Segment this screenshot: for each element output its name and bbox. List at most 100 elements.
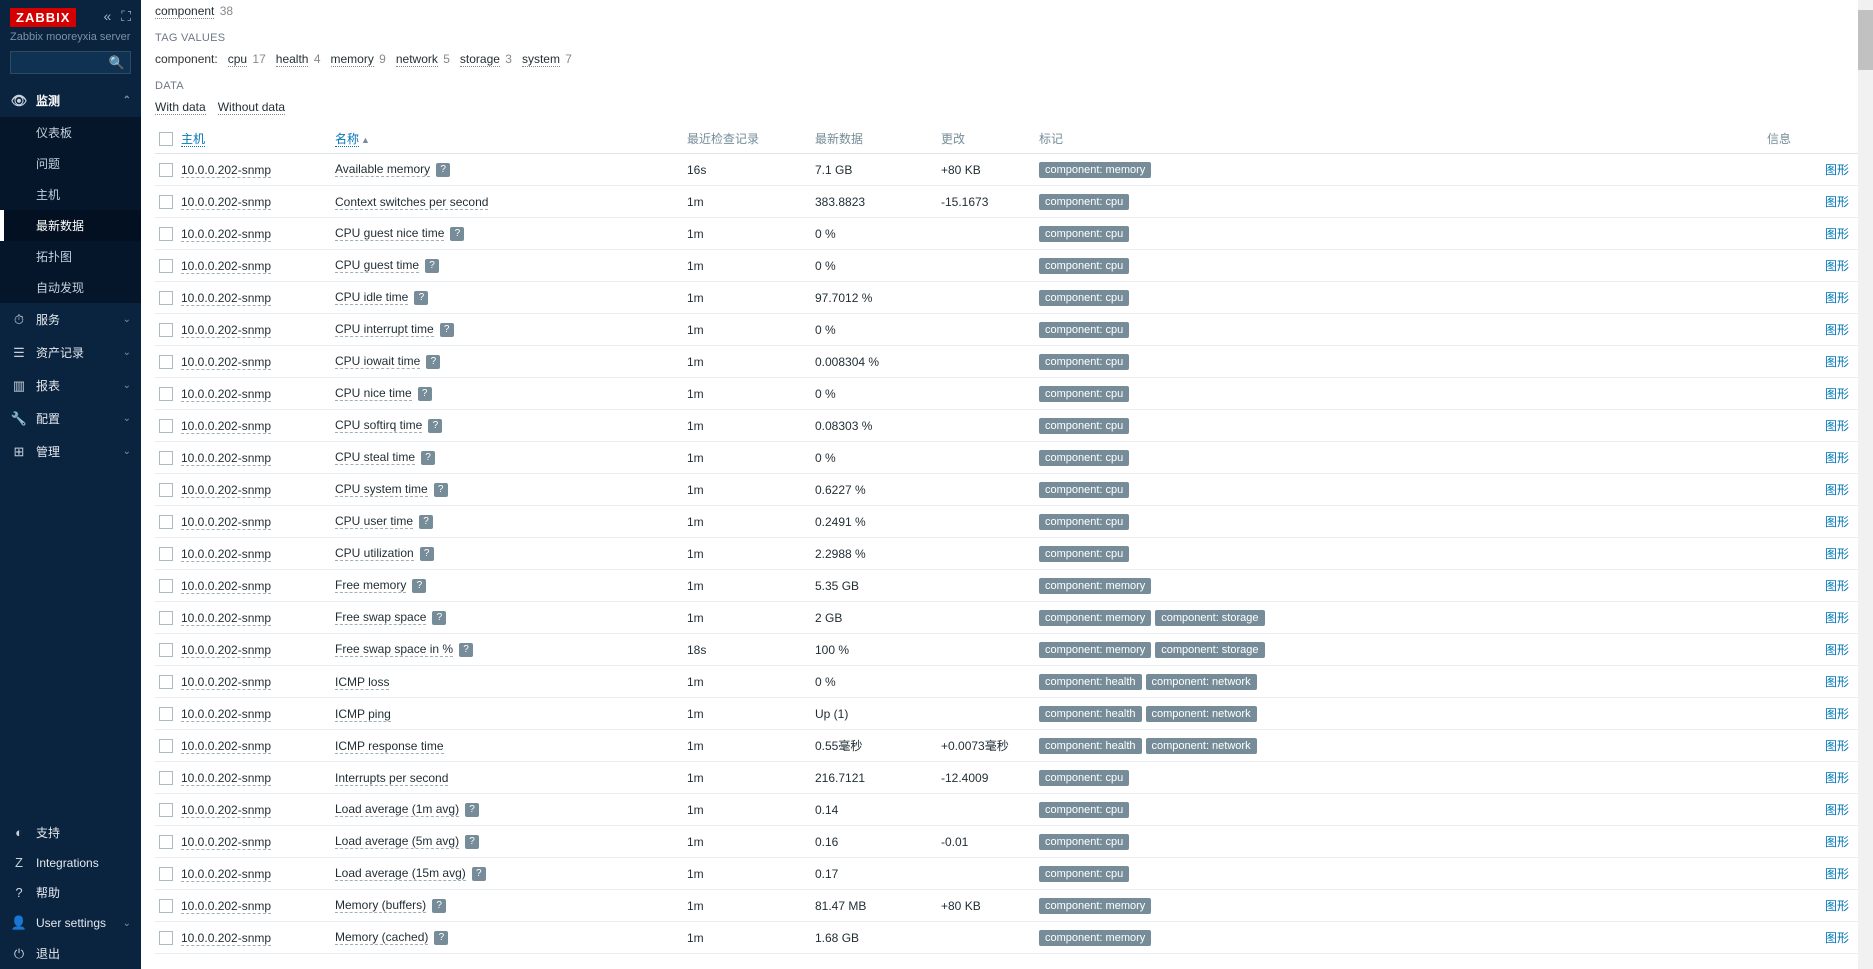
- item-name-link[interactable]: Free swap space in %: [335, 642, 453, 657]
- item-name-link[interactable]: Free swap space: [335, 610, 426, 625]
- host-link[interactable]: 10.0.0.202-snmp: [181, 451, 271, 466]
- nav-monitoring[interactable]: 👁 监测 ⌃: [0, 84, 141, 117]
- row-checkbox[interactable]: [159, 195, 173, 209]
- tag-badge[interactable]: component: cpu: [1039, 258, 1129, 274]
- tag-badge[interactable]: component: storage: [1155, 642, 1264, 658]
- host-link[interactable]: 10.0.0.202-snmp: [181, 547, 271, 562]
- graph-link[interactable]: 图形: [1825, 803, 1849, 817]
- help-icon[interactable]: ?: [434, 483, 448, 497]
- row-checkbox[interactable]: [159, 547, 173, 561]
- help-icon[interactable]: ?: [432, 611, 446, 625]
- row-checkbox[interactable]: [159, 899, 173, 913]
- filter-tag-memory[interactable]: memory: [331, 52, 374, 67]
- item-name-link[interactable]: CPU nice time: [335, 386, 412, 401]
- host-link[interactable]: 10.0.0.202-snmp: [181, 867, 271, 882]
- graph-link[interactable]: 图形: [1825, 387, 1849, 401]
- search-icon[interactable]: 🔍: [109, 55, 125, 71]
- graph-link[interactable]: 图形: [1825, 547, 1849, 561]
- row-checkbox[interactable]: [159, 163, 173, 177]
- help-icon[interactable]: ?: [414, 291, 428, 305]
- tag-badge[interactable]: component: network: [1146, 674, 1257, 690]
- help-icon[interactable]: ?: [432, 899, 446, 913]
- graph-link[interactable]: 图形: [1825, 579, 1849, 593]
- graph-link[interactable]: 图形: [1825, 515, 1849, 529]
- row-checkbox[interactable]: [159, 387, 173, 401]
- graph-link[interactable]: 图形: [1825, 707, 1849, 721]
- tag-badge[interactable]: component: cpu: [1039, 866, 1129, 882]
- host-link[interactable]: 10.0.0.202-snmp: [181, 291, 271, 306]
- nav-maps[interactable]: 拓扑图: [0, 241, 141, 272]
- row-checkbox[interactable]: [159, 803, 173, 817]
- host-link[interactable]: 10.0.0.202-snmp: [181, 611, 271, 626]
- tag-badge[interactable]: component: cpu: [1039, 418, 1129, 434]
- help-icon[interactable]: ?: [425, 259, 439, 273]
- row-checkbox[interactable]: [159, 643, 173, 657]
- graph-link[interactable]: 图形: [1825, 291, 1849, 305]
- host-link[interactable]: 10.0.0.202-snmp: [181, 483, 271, 498]
- tag-badge[interactable]: component: cpu: [1039, 354, 1129, 370]
- filter-with-data[interactable]: With data: [155, 100, 206, 115]
- filter-tag-health[interactable]: health: [276, 52, 309, 67]
- tag-badge[interactable]: component: network: [1146, 706, 1257, 722]
- col-name[interactable]: 名称: [335, 132, 359, 147]
- nav-support[interactable]: ◐ 支持: [0, 817, 141, 848]
- graph-link[interactable]: 图形: [1825, 643, 1849, 657]
- row-checkbox[interactable]: [159, 867, 173, 881]
- tag-badge[interactable]: component: cpu: [1039, 290, 1129, 306]
- tag-badge[interactable]: component: memory: [1039, 898, 1151, 914]
- tag-badge[interactable]: component: memory: [1039, 642, 1151, 658]
- item-name-link[interactable]: Load average (15m avg): [335, 866, 466, 881]
- item-name-link[interactable]: ICMP ping: [335, 707, 391, 722]
- row-checkbox[interactable]: [159, 227, 173, 241]
- tag-badge[interactable]: component: health: [1039, 674, 1142, 690]
- host-link[interactable]: 10.0.0.202-snmp: [181, 227, 271, 242]
- tag-badge[interactable]: component: cpu: [1039, 546, 1129, 562]
- host-link[interactable]: 10.0.0.202-snmp: [181, 643, 271, 658]
- graph-link[interactable]: 图形: [1825, 867, 1849, 881]
- nav-reports[interactable]: ▥ 报表 ⌄: [0, 369, 141, 402]
- item-name-link[interactable]: CPU system time: [335, 482, 428, 497]
- help-icon[interactable]: ?: [421, 451, 435, 465]
- logo[interactable]: ZABBIX: [10, 8, 76, 27]
- graph-link[interactable]: 图形: [1825, 227, 1849, 241]
- help-icon[interactable]: ?: [418, 387, 432, 401]
- tag-badge[interactable]: component: cpu: [1039, 194, 1129, 210]
- tag-badge[interactable]: component: health: [1039, 738, 1142, 754]
- nav-latest-data[interactable]: 最新数据: [0, 210, 141, 241]
- graph-link[interactable]: 图形: [1825, 483, 1849, 497]
- host-link[interactable]: 10.0.0.202-snmp: [181, 387, 271, 402]
- tag-badge[interactable]: component: cpu: [1039, 770, 1129, 786]
- nav-user-settings[interactable]: 👤 User settings ⌄: [0, 908, 141, 938]
- item-name-link[interactable]: ICMP response time: [335, 739, 444, 754]
- graph-link[interactable]: 图形: [1825, 323, 1849, 337]
- nav-help[interactable]: ? 帮助: [0, 877, 141, 908]
- tag-badge[interactable]: component: cpu: [1039, 322, 1129, 338]
- item-name-link[interactable]: Context switches per second: [335, 195, 488, 210]
- help-icon[interactable]: ?: [440, 323, 454, 337]
- item-name-link[interactable]: CPU steal time: [335, 450, 415, 465]
- item-name-link[interactable]: CPU iowait time: [335, 354, 420, 369]
- item-name-link[interactable]: CPU utilization: [335, 546, 414, 561]
- graph-link[interactable]: 图形: [1825, 771, 1849, 785]
- nav-problems[interactable]: 问题: [0, 148, 141, 179]
- item-name-link[interactable]: CPU user time: [335, 514, 413, 529]
- graph-link[interactable]: 图形: [1825, 899, 1849, 913]
- filter-tag-storage[interactable]: storage: [460, 52, 500, 67]
- graph-link[interactable]: 图形: [1825, 451, 1849, 465]
- help-icon[interactable]: ?: [419, 515, 433, 529]
- row-checkbox[interactable]: [159, 323, 173, 337]
- help-icon[interactable]: ?: [459, 643, 473, 657]
- row-checkbox[interactable]: [159, 355, 173, 369]
- tag-badge[interactable]: component: cpu: [1039, 226, 1129, 242]
- host-link[interactable]: 10.0.0.202-snmp: [181, 355, 271, 370]
- graph-link[interactable]: 图形: [1825, 835, 1849, 849]
- page-scrollbar[interactable]: [1858, 0, 1873, 969]
- help-icon[interactable]: ?: [420, 547, 434, 561]
- tag-badge[interactable]: component: memory: [1039, 578, 1151, 594]
- filter-component[interactable]: component: [155, 4, 214, 19]
- collapse-icon[interactable]: «: [104, 8, 112, 24]
- host-link[interactable]: 10.0.0.202-snmp: [181, 515, 271, 530]
- row-checkbox[interactable]: [159, 835, 173, 849]
- host-link[interactable]: 10.0.0.202-snmp: [181, 931, 271, 946]
- row-checkbox[interactable]: [159, 739, 173, 753]
